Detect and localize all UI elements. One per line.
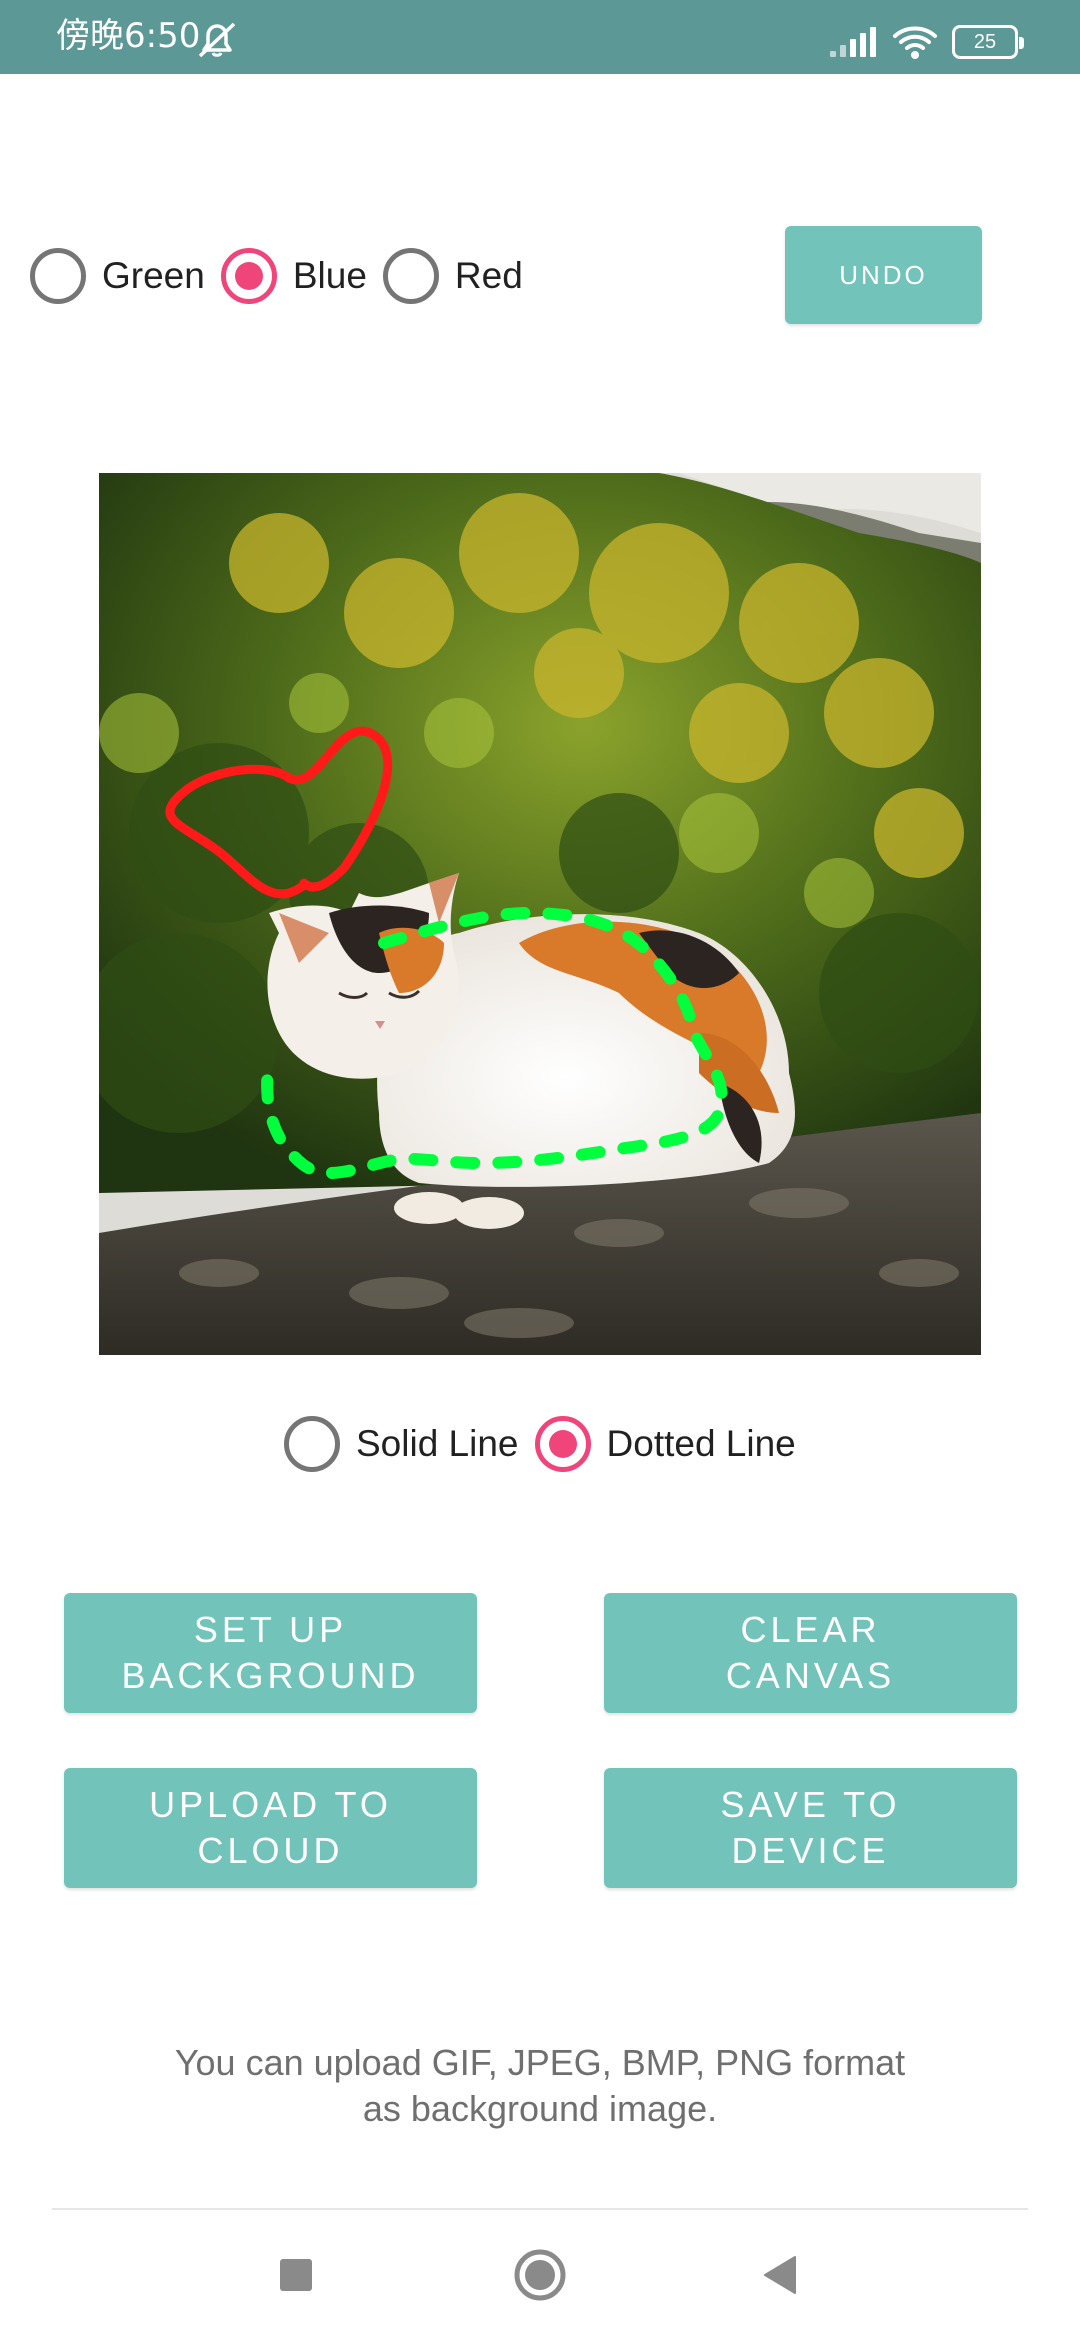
radio-red[interactable]: Red: [382, 248, 523, 304]
radio-dotted-line[interactable]: Dotted Line: [534, 1416, 796, 1472]
battery-level: 25: [973, 31, 997, 53]
battery-icon: 25: [952, 25, 1024, 59]
color-radio-group: Green Blue Red: [30, 248, 523, 304]
navigation-bar: [0, 2210, 1080, 2340]
mute-icon: [198, 22, 236, 58]
clear-canvas-button[interactable]: CLEAR CANVAS: [604, 1593, 1017, 1713]
back-button[interactable]: [720, 2210, 840, 2340]
signal-icon: [830, 27, 876, 57]
canvas-background-image: [99, 473, 981, 1355]
status-icons: 25: [828, 22, 1024, 62]
upload-to-cloud-button[interactable]: UPLOAD TO CLOUD: [64, 1768, 477, 1888]
radio-solid-line[interactable]: Solid Line: [284, 1416, 535, 1472]
radio-dotted-line-circle[interactable]: [534, 1416, 591, 1472]
drawing-canvas[interactable]: [99, 473, 981, 1355]
status-time: 傍晚6:50: [56, 16, 201, 56]
line-style-radio-group: Solid Line Dotted Line: [284, 1416, 796, 1472]
recent-apps-icon: [280, 2259, 312, 2291]
home-icon: [514, 2249, 566, 2301]
status-bar: 傍晚6:50 25: [0, 0, 1080, 74]
save-to-device-button[interactable]: SAVE TO DEVICE: [604, 1768, 1017, 1888]
home-button[interactable]: [480, 2210, 600, 2340]
radio-green-circle[interactable]: [30, 248, 86, 304]
setup-background-button[interactable]: SET UP BACKGROUND: [64, 1593, 477, 1713]
radio-red-circle[interactable]: [382, 248, 439, 304]
radio-green[interactable]: Green: [30, 248, 221, 304]
radio-blue[interactable]: Blue: [220, 248, 383, 304]
radio-solid-line-circle[interactable]: [284, 1416, 340, 1472]
radio-blue-circle[interactable]: [220, 248, 277, 304]
radio-solid-line-label: Solid Line: [356, 1423, 519, 1464]
radio-green-label: Green: [102, 255, 205, 296]
wifi-icon: [893, 26, 937, 59]
radio-blue-label: Blue: [292, 255, 367, 296]
undo-button[interactable]: UNDO: [785, 226, 982, 324]
back-icon: [764, 2256, 796, 2294]
radio-red-label: Red: [454, 255, 523, 296]
radio-dotted-line-label: Dotted Line: [606, 1423, 796, 1464]
upload-format-hint: You can upload GIF, JPEG, BMP, PNG forma…: [174, 2042, 906, 2129]
recent-apps-button[interactable]: [236, 2210, 356, 2340]
